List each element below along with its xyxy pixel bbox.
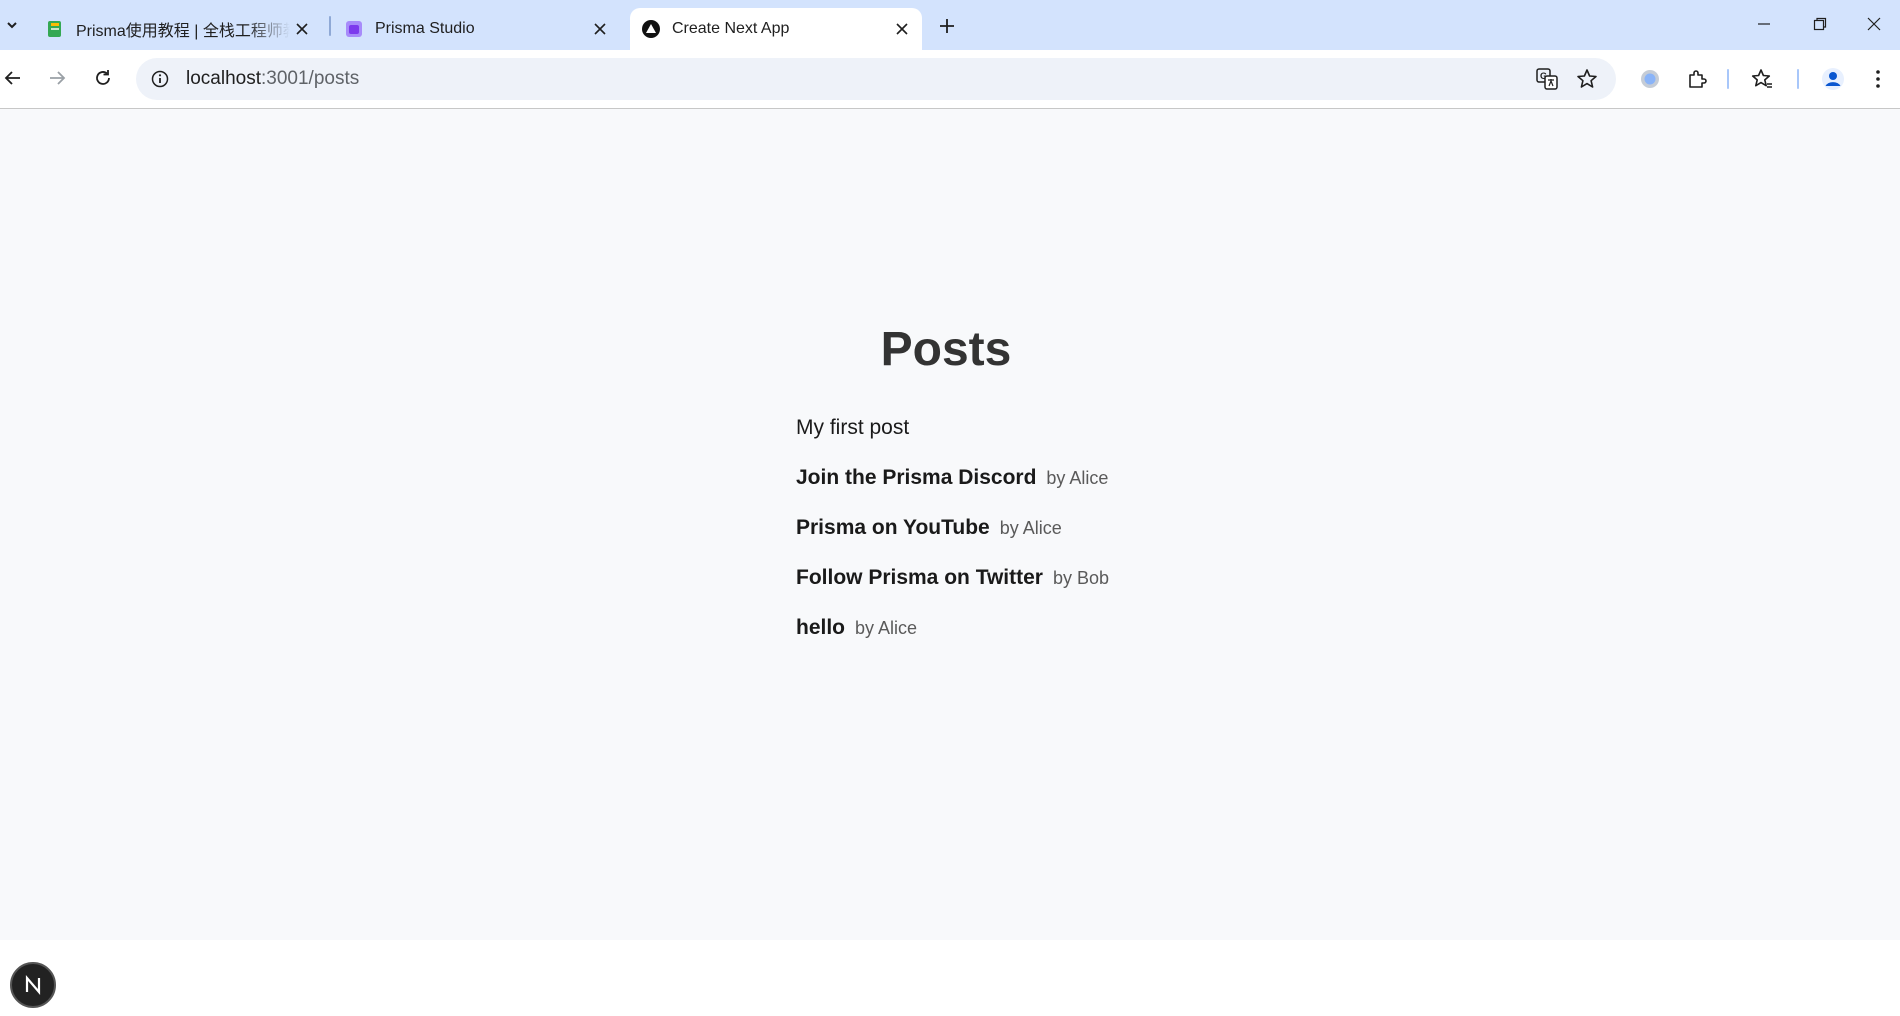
tab-title: Prisma Studio [375,20,475,37]
post-author: by Alice [1046,468,1109,488]
post-title: hello [796,616,846,639]
extension-circle-button[interactable] [1631,60,1669,98]
minimize-button[interactable] [1736,0,1792,48]
new-tab-button[interactable] [934,13,960,39]
favorites-button[interactable] [1743,60,1781,98]
url-host: localhost [186,68,261,89]
forward-button[interactable] [42,63,72,93]
tab-search-button[interactable] [2,12,22,38]
restore-icon [1813,17,1827,31]
post-title: Join the Prisma Discord [796,466,1037,489]
close-icon [896,23,908,35]
nextjs-logo-icon [25,975,41,995]
close-window-button[interactable] [1846,0,1900,48]
post-title: Prisma on YouTube [796,516,990,539]
minimize-icon [1758,23,1770,25]
circle-extension-icon [1641,70,1659,88]
tab-create-next-app[interactable]: Create Next App [630,8,922,50]
menu-button[interactable] [1859,60,1897,98]
tab-title: Create Next App [672,20,790,37]
prisma-studio-icon [345,20,363,38]
bookmark-button[interactable] [1568,60,1606,98]
reload-button[interactable] [88,63,118,93]
tab-close-button[interactable] [290,17,314,41]
profile-button[interactable] [1814,60,1852,98]
toolbar-divider [1797,69,1799,89]
list-item[interactable]: Prisma on YouTube by Alice [796,516,1109,566]
star-icon [1577,69,1597,88]
puzzle-icon [1689,70,1707,88]
list-item[interactable]: My first post [796,416,1109,466]
url-text[interactable]: localhost:3001/posts [186,68,359,90]
list-item[interactable]: hello by Alice [796,616,1109,666]
chevron-down-icon [7,22,17,29]
close-icon [296,23,308,35]
restore-button[interactable] [1792,0,1848,48]
plus-icon [940,19,954,33]
arrow-right-icon [50,71,66,85]
url-path: :3001/posts [261,68,360,89]
close-icon [594,23,606,35]
list-item[interactable]: Follow Prisma on Twitter by Bob [796,566,1109,616]
post-author: by Alice [999,518,1062,538]
book-icon [46,20,64,38]
address-bar[interactable]: localhost:3001/posts [136,58,1616,100]
close-icon [1867,17,1881,31]
post-title: Follow Prisma on Twitter [796,566,1043,589]
toolbar-divider [1727,69,1729,89]
tab-prisma-studio[interactable]: Prisma Studio [334,8,620,50]
page-footer-area [0,940,1900,1016]
back-button[interactable] [0,63,28,93]
avatar-icon [1822,68,1844,90]
tab-strip: Prisma使用教程 | 全栈工程师教程 Prisma Studio Creat… [0,0,1900,50]
page-title: Posts [880,323,1012,376]
reload-icon [96,70,110,85]
list-item[interactable]: Join the Prisma Discord by Alice [796,466,1109,516]
tab-prisma-tutorial[interactable]: Prisma使用教程 | 全栈工程师教程 [36,8,322,50]
tab-divider [329,16,331,36]
tab-title: Prisma使用教程 | 全栈工程师教程 [76,23,290,40]
post-author: by Alice [855,618,918,638]
tab-close-button[interactable] [890,17,914,41]
post-author: by Bob [1052,568,1110,588]
site-info-icon[interactable] [148,67,172,91]
post-title: My first post [796,416,910,439]
extensions-button[interactable] [1678,60,1716,98]
arrow-left-icon [4,71,20,85]
tab-close-button[interactable] [588,17,612,41]
nextjs-triangle-icon [642,20,660,38]
posts-list: My first post Join the Prisma Discord by… [796,416,1109,666]
more-vertical-icon [1876,70,1880,88]
page-content: Posts My first post Join the Prisma Disc… [0,109,1900,940]
translate-icon: G [1536,68,1558,90]
translate-button[interactable]: G [1528,60,1566,98]
star-list-icon [1751,69,1772,88]
browser-toolbar: localhost:3001/posts G [0,50,1900,109]
nextjs-dev-indicator-button[interactable] [10,962,56,1008]
